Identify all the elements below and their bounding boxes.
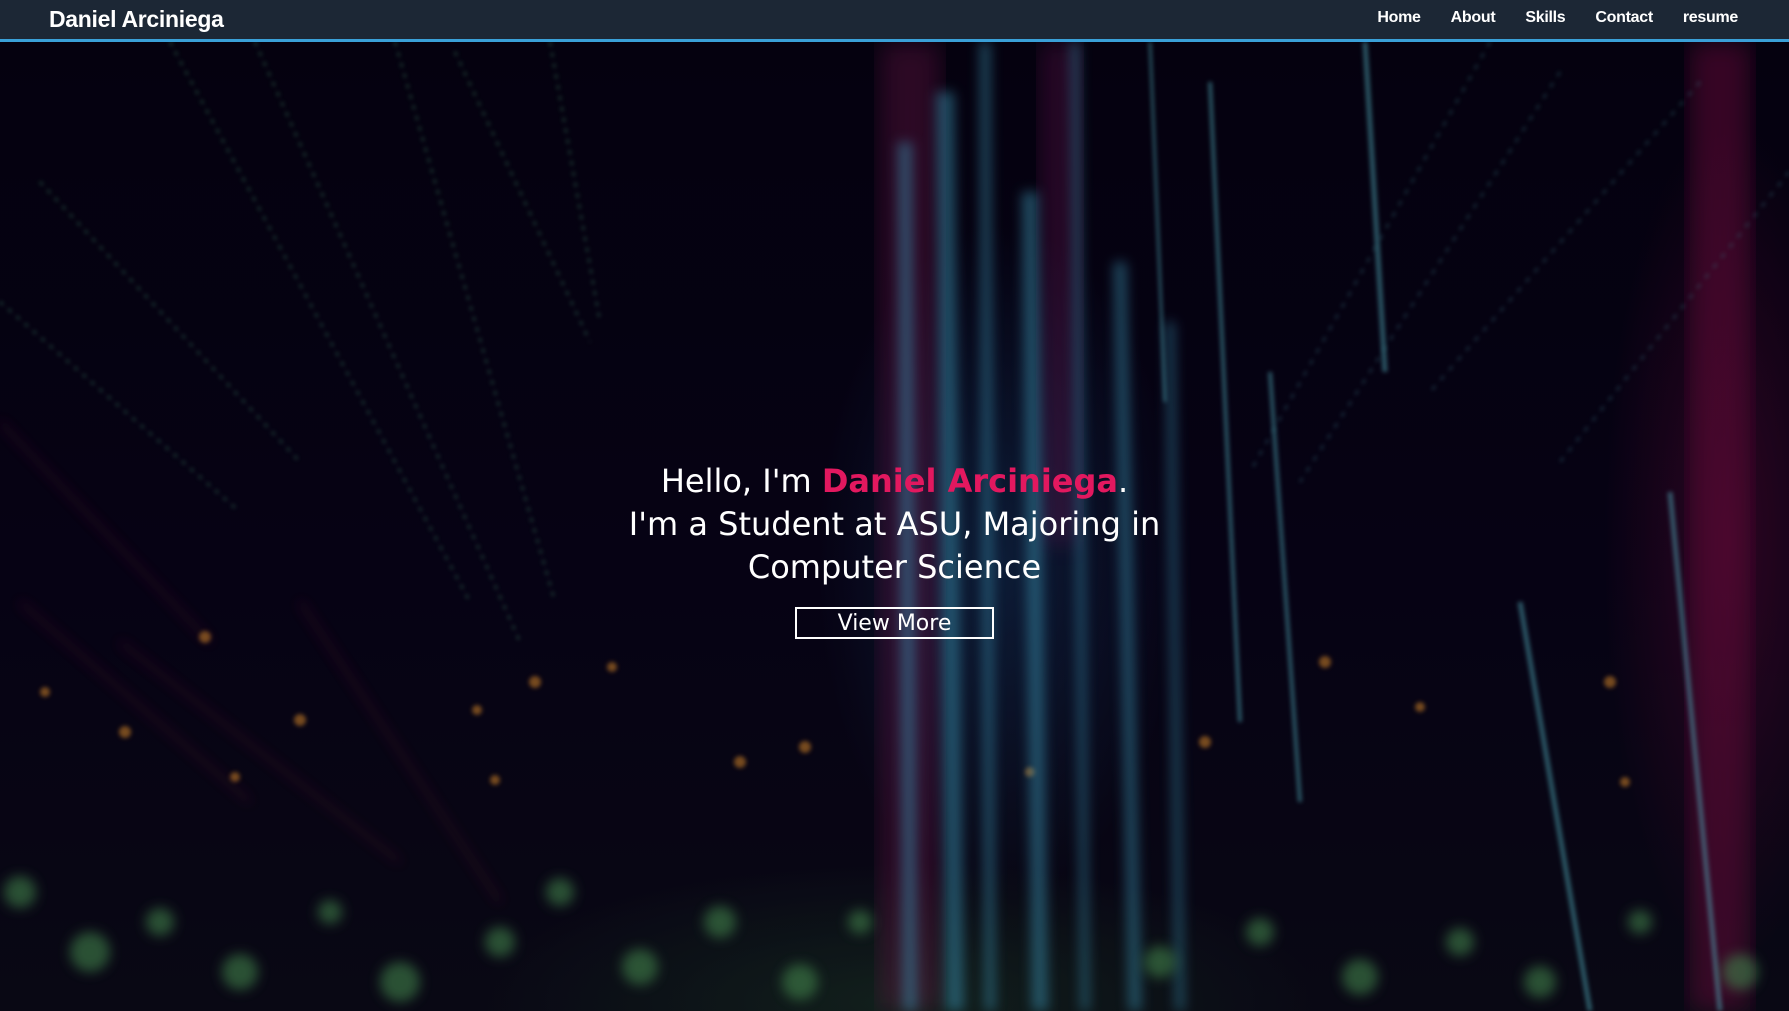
hero-content: Hello, I'm Daniel Arciniega. I'm a Stude… — [0, 460, 1789, 639]
hero-greeting-prefix: Hello, I'm — [660, 462, 822, 500]
hero-section: Hello, I'm Daniel Arciniega. I'm a Stude… — [0, 42, 1789, 1011]
hero-subtitle-line-2: Computer Science — [747, 548, 1042, 586]
hero-greeting-suffix: . — [1118, 462, 1129, 500]
nav-link-skills[interactable]: Skills — [1525, 9, 1565, 27]
brand-logo-text[interactable]: Daniel Arciniega — [49, 6, 224, 33]
view-more-button[interactable]: View More — [795, 607, 994, 639]
hero-greeting: Hello, I'm Daniel Arciniega. — [0, 460, 1789, 503]
top-navbar: Daniel Arciniega Home About Skills Conta… — [0, 0, 1789, 42]
nav-links: Home About Skills Contact resume — [1347, 9, 1738, 27]
nav-link-resume[interactable]: resume — [1683, 9, 1738, 27]
nav-link-home[interactable]: Home — [1377, 9, 1421, 27]
hero-subtitle-line-1: I'm a Student at ASU, Majoring in — [628, 505, 1161, 543]
nav-link-contact[interactable]: Contact — [1595, 9, 1653, 27]
page: Daniel Arciniega Home About Skills Conta… — [0, 0, 1789, 1011]
hero-name-highlight: Daniel Arciniega — [821, 462, 1118, 500]
nav-link-about[interactable]: About — [1451, 9, 1496, 27]
